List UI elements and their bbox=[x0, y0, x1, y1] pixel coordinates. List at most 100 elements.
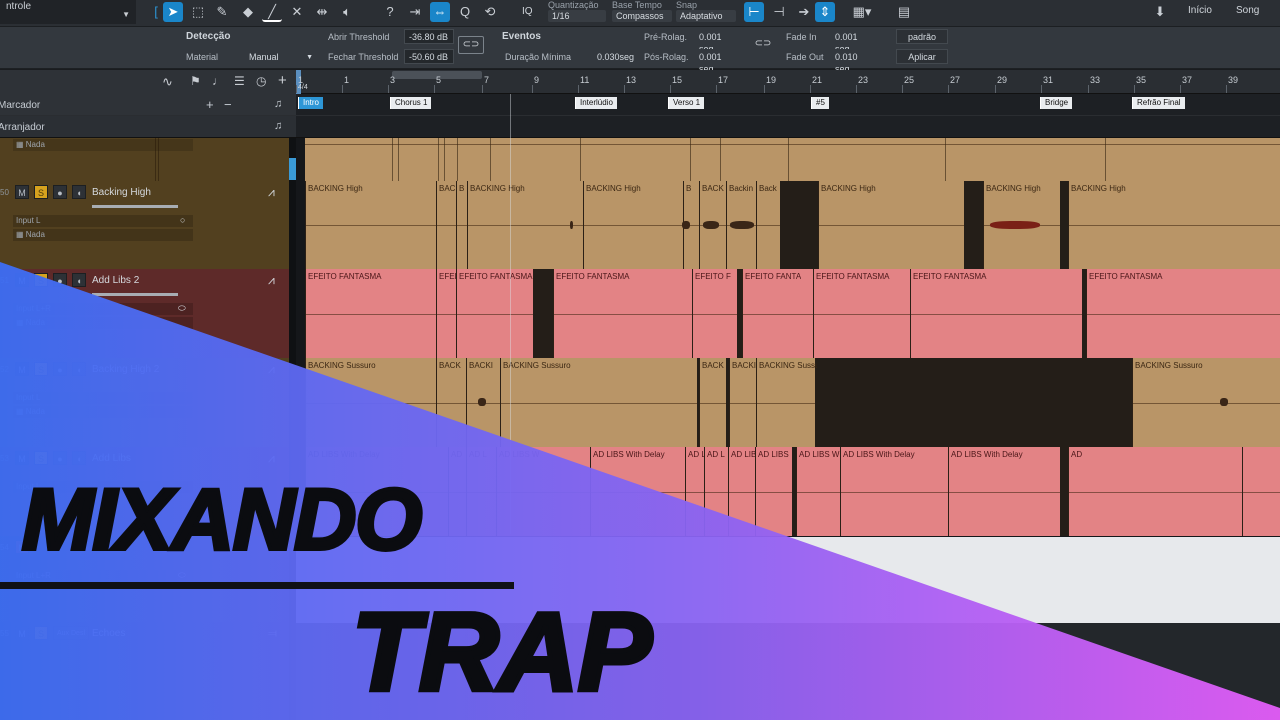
monitor-icon[interactable]: ◖ bbox=[72, 451, 86, 465]
audio-clip[interactable]: BACKING High bbox=[583, 181, 683, 269]
link-icon[interactable]: ⊂⊃ bbox=[458, 36, 484, 54]
waveform-icon[interactable]: ⩘ bbox=[268, 185, 275, 200]
output-select[interactable]: ▦ Nada bbox=[13, 406, 193, 418]
split-tool-icon[interactable]: ✎ bbox=[212, 2, 232, 22]
audio-clip[interactable]: Back bbox=[756, 181, 780, 269]
monitor-icon[interactable]: ◖ bbox=[72, 362, 86, 376]
solo-button[interactable]: S bbox=[34, 626, 48, 640]
control-dropdown[interactable]: ntrole ▼ bbox=[0, 0, 136, 24]
audio-clip[interactable]: AD L bbox=[685, 447, 706, 536]
track-name[interactable]: Add Libs 2 bbox=[92, 275, 139, 286]
record-mode-icon[interactable]: ⬭ bbox=[178, 303, 186, 314]
mute-tool-icon[interactable]: ✕ bbox=[287, 2, 307, 22]
autoscroll-icon[interactable]: ⇥ bbox=[405, 2, 425, 22]
track-name[interactable]: Add Libs bbox=[92, 453, 131, 464]
audio-clip[interactable]: B bbox=[456, 181, 467, 269]
output-select[interactable]: ▦ Nada bbox=[13, 317, 193, 329]
mute-button[interactable]: M bbox=[15, 626, 29, 640]
download-icon[interactable]: ⬇ bbox=[1150, 2, 1170, 22]
close-threshold-field[interactable]: -50.60 dB bbox=[404, 49, 454, 64]
marker-flag[interactable]: Verso 1 bbox=[668, 97, 705, 109]
nav-inicio[interactable]: Início bbox=[1188, 5, 1212, 16]
audio-clip[interactable]: BAC bbox=[436, 181, 456, 269]
audio-clip[interactable]: EFEITO FANTASMA bbox=[1086, 269, 1280, 358]
volume-slider[interactable] bbox=[92, 205, 178, 208]
marker-flag[interactable]: Bridge bbox=[1040, 97, 1073, 109]
track-header-backing-high-2[interactable]: 52 M S ● ◖ Backing High 2 ⩘ Input L ▦ Na… bbox=[0, 358, 289, 447]
snap-group[interactable]: Snap Adaptativo bbox=[676, 0, 736, 22]
audio-clip[interactable]: AD LIBS With Delay bbox=[840, 447, 948, 536]
mute-button[interactable]: M bbox=[15, 185, 29, 199]
audio-clip[interactable]: AD LIBS With Delay bbox=[948, 447, 1060, 536]
audio-clip[interactable]: EFEITO FANTASMA bbox=[553, 269, 692, 358]
record-icon[interactable]: ● bbox=[53, 362, 67, 376]
open-threshold-field[interactable]: -36.80 dB bbox=[404, 29, 454, 44]
material-select[interactable]: Manual ▼ bbox=[244, 49, 318, 64]
remove-marker-icon[interactable]: − bbox=[224, 97, 232, 112]
input-select[interactable]: Input L+R bbox=[13, 303, 193, 315]
record-mode-icon[interactable]: ○ bbox=[180, 215, 185, 225]
aux-button[interactable]: Aux Desl bbox=[53, 626, 89, 640]
solo-button[interactable]: S bbox=[34, 362, 48, 376]
arrow-tool-icon[interactable]: ➤ bbox=[163, 2, 183, 22]
audio-clip[interactable]: BACK bbox=[699, 358, 726, 447]
track-header-add-libs-2[interactable]: 51 M S ● ◖ Add Libs 2 ⩘ Input L+R ⬭ ▦ Na… bbox=[0, 269, 289, 358]
track-header-backing-high[interactable]: 50 M S ● ◖ Backing High ⩘ Input L ○ ▦ Na… bbox=[0, 181, 289, 269]
tempo-icon[interactable]: ♩ bbox=[212, 74, 224, 88]
audio-clip[interactable]: AD L bbox=[704, 447, 728, 536]
audio-clip[interactable]: AD bbox=[448, 447, 466, 536]
mute-button[interactable]: M bbox=[15, 273, 29, 287]
waveform-icon[interactable]: ⩘ bbox=[268, 273, 275, 288]
track-name[interactable]: Echoes bbox=[92, 628, 125, 639]
audio-clip[interactable]: BACKING High bbox=[1068, 181, 1280, 269]
film-icon[interactable]: ▤ bbox=[894, 2, 914, 22]
automation-icon[interactable]: ∿ bbox=[162, 74, 173, 90]
mute-button[interactable]: M bbox=[15, 362, 29, 376]
waveform-icon[interactable]: ⩘ bbox=[268, 451, 275, 466]
audio-clip[interactable]: BACKING High bbox=[467, 181, 583, 269]
list-icon[interactable]: ☰ bbox=[234, 74, 245, 88]
fade-out-field[interactable]: 0.010 seg bbox=[830, 49, 878, 74]
audio-clip[interactable]: BACKING Sussuro bbox=[305, 358, 436, 447]
monitor-icon[interactable]: ◖ bbox=[72, 185, 86, 199]
timeline-ruler[interactable]: ∿ ⚑ ♩ ☰ ◷ + 4/4 1 3 5 7 9 11 13 15 17 19 21 23 25 27 2… bbox=[0, 70, 1280, 94]
snap-value[interactable]: Adaptativo bbox=[676, 10, 736, 22]
add-icon[interactable]: + bbox=[278, 72, 287, 89]
flag-icon[interactable]: ⚑ bbox=[190, 74, 201, 88]
marker-flag[interactable]: Intro bbox=[298, 97, 324, 109]
snap-cursor-icon[interactable]: ⊣ bbox=[769, 2, 789, 22]
marker-flag[interactable]: #5 bbox=[811, 97, 829, 109]
loop-icon[interactable]: ⟲ bbox=[480, 2, 500, 22]
audio-clip[interactable]: AD LIBS bbox=[728, 447, 757, 536]
mute-button[interactable]: M bbox=[15, 451, 29, 465]
listen-tool-icon[interactable]: 🔈︎ bbox=[337, 2, 357, 22]
playhead[interactable] bbox=[510, 94, 511, 534]
audio-clip[interactable]: AD LIBS bbox=[755, 447, 792, 536]
default-button[interactable]: padrão bbox=[896, 29, 948, 44]
help-icon[interactable]: ? bbox=[380, 2, 400, 22]
nav-song[interactable]: Song bbox=[1236, 5, 1259, 16]
apply-button[interactable]: Aplicar bbox=[896, 49, 948, 64]
split-view-icon[interactable]: ⇕ bbox=[815, 2, 835, 22]
output-select[interactable]: ▦ Nada bbox=[13, 229, 193, 241]
audio-clip[interactable]: EFEITO FANTASMA bbox=[813, 269, 910, 358]
audio-clip[interactable]: BACKING Sussuro bbox=[1132, 358, 1280, 447]
marker-flag[interactable]: Chorus 1 bbox=[390, 97, 432, 109]
audio-clip[interactable]: BACKING Sussu bbox=[756, 358, 817, 447]
timebase-group[interactable]: Base Tempo Compassos bbox=[612, 0, 672, 22]
audio-clip[interactable]: BACKING High bbox=[818, 181, 964, 269]
min-duration-field[interactable]: 0.030seg bbox=[592, 49, 636, 64]
audio-clip[interactable]: EFEITO FANTASMA bbox=[910, 269, 1082, 358]
solo-button[interactable]: S bbox=[34, 185, 48, 199]
audio-clip[interactable]: BACKING High bbox=[305, 181, 436, 269]
solo-button[interactable]: S bbox=[34, 273, 48, 287]
snap-grid-icon[interactable]: ⇔ bbox=[430, 2, 450, 22]
arrow-right-icon[interactable]: ➔ bbox=[794, 2, 814, 22]
audio-clip[interactable]: AD bbox=[1068, 447, 1242, 536]
audio-clip[interactable]: AD LIBS With Delay bbox=[796, 447, 842, 536]
input-select[interactable]: Input L bbox=[13, 215, 193, 227]
track-header[interactable]: ▦ Nada bbox=[0, 138, 289, 181]
audio-clip[interactable]: BACKI bbox=[729, 358, 756, 447]
music-note-icon[interactable]: ♫ bbox=[274, 120, 282, 132]
audio-clip[interactable]: EFEITO F bbox=[692, 269, 737, 358]
